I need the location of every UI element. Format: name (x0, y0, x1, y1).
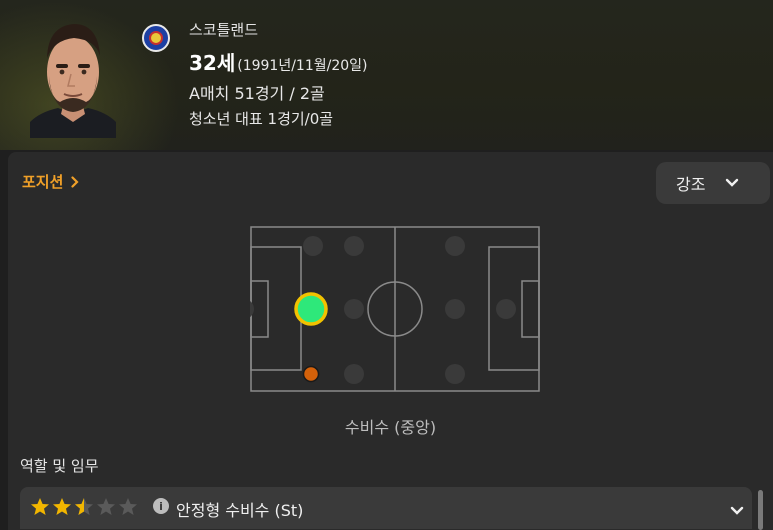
position-link[interactable]: 포지션 (22, 171, 79, 192)
scotland-crest-icon (142, 24, 170, 52)
chevron-down-icon (730, 500, 744, 519)
emphasis-dropdown[interactable]: 강조 (656, 162, 770, 204)
player-country: 스코틀랜드 (189, 21, 259, 39)
player-header: 스코틀랜드 32세 (1991년/11월/20일) A매치 51경기 / 2골 청… (0, 0, 773, 150)
player-age: 32세 (189, 51, 236, 75)
info-icon[interactable]: i (153, 498, 169, 514)
chevron-right-icon (71, 173, 79, 191)
roles-title: 역할 및 임무 (20, 457, 99, 475)
a-caps: A매치 51경기 / 2골 (189, 84, 325, 103)
natural-position-marker (294, 292, 328, 326)
role-dropdown[interactable]: i 안정형 수비수 (St) (20, 487, 752, 529)
emphasis-label: 강조 (676, 175, 706, 194)
scrollbar[interactable] (758, 490, 763, 530)
position-link-label: 포지션 (22, 173, 64, 191)
role-label: 안정형 수비수 (St) (176, 501, 304, 520)
youth-caps: 청소년 대표 1경기/0골 (189, 110, 334, 128)
pitch-diagram (234, 226, 540, 394)
role-rating-stars (30, 497, 138, 517)
chevron-down-icon (725, 176, 739, 190)
player-avatar (30, 14, 116, 138)
player-dob: (1991년/11월/20일) (237, 58, 368, 74)
position-panel: 포지션 강조 수비수 (중앙) 역할 및 임무 i 안정형 수비수 (St) (8, 152, 773, 530)
age-row: 32세 (1991년/11월/20일) (189, 47, 368, 76)
secondary-position-marker (302, 365, 320, 383)
position-caption: 수비수 (중앙) (344, 418, 437, 437)
